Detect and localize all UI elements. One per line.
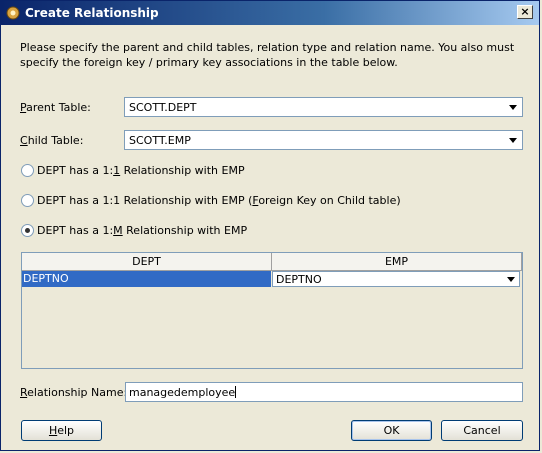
child-table-label: Child Table: — [20, 134, 84, 147]
title-bar[interactable]: Create Relationship × — [1, 1, 539, 25]
close-icon[interactable]: × — [517, 5, 533, 19]
child-key-value: DEPTNO — [276, 273, 322, 286]
relationship-name-label: Relationship Name: — [20, 386, 128, 399]
parent-table-label: Parent Table: — [20, 101, 91, 114]
column-header-dept[interactable]: DEPT — [22, 253, 272, 270]
relationship-name-value: managedemployee — [129, 386, 237, 399]
ok-button[interactable]: OK — [351, 420, 432, 441]
chevron-down-icon — [509, 138, 517, 143]
relationship-name-input[interactable]: managedemployee — [125, 382, 523, 402]
cancel-button[interactable]: Cancel — [441, 420, 523, 441]
radio-one-to-many[interactable] — [21, 224, 34, 237]
chevron-down-icon — [507, 277, 515, 282]
chevron-down-icon — [509, 105, 517, 110]
instructions-text: Please specify the parent and child tabl… — [20, 41, 515, 69]
radio-one-to-many-label: DEPT has a 1:M Relationship with EMP — [37, 224, 248, 237]
column-header-emp[interactable]: EMP — [272, 253, 522, 270]
child-table-value: SCOTT.EMP — [129, 134, 191, 147]
radio-one-to-one[interactable] — [21, 164, 34, 177]
parent-key-cell[interactable]: DEPTNO — [22, 271, 271, 287]
table-header: DEPT EMP — [22, 253, 522, 271]
app-icon — [6, 6, 20, 20]
parent-table-select[interactable]: SCOTT.DEPT — [124, 97, 523, 117]
child-key-select[interactable]: DEPTNO — [272, 271, 520, 287]
radio-one-to-one-fk-child-label: DEPT has a 1:1 Relationship with EMP (Fo… — [37, 194, 401, 207]
help-button[interactable]: Help — [21, 420, 102, 441]
table-row[interactable]: DEPTNO DEPTNO — [22, 271, 522, 288]
child-table-select[interactable]: SCOTT.EMP — [124, 130, 523, 150]
dialog-title: Create Relationship — [25, 6, 159, 20]
key-mapping-table: DEPT EMP DEPTNO DEPTNO — [21, 252, 523, 369]
radio-one-to-one-label: DEPT has a 1:1 Relationship with EMP — [37, 164, 245, 177]
parent-table-value: SCOTT.DEPT — [129, 101, 197, 114]
radio-one-to-one-fk-child[interactable] — [21, 194, 34, 207]
create-relationship-dialog: Create Relationship × Please specify the… — [0, 0, 540, 451]
